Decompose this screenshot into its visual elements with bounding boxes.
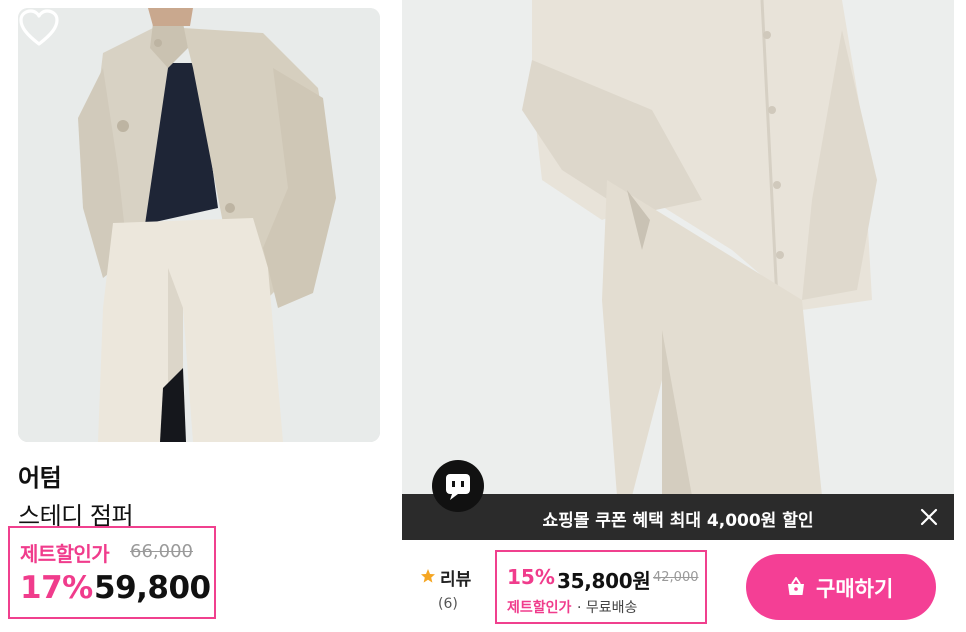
original-price: 66,000	[130, 541, 193, 562]
close-icon[interactable]	[918, 506, 940, 528]
product-photo-illustration	[18, 8, 380, 442]
star-icon	[421, 569, 435, 583]
page-margin	[954, 0, 966, 632]
shipping-info: · 무료배송	[577, 600, 638, 616]
price-highlight-box: 제트할인가 66,000 17% 59,800	[8, 526, 216, 619]
original-price: 42,000	[653, 570, 699, 585]
coupon-banner-text: 쇼핑몰 쿠폰 혜택 최대 4,000원 할인	[542, 511, 814, 531]
chat-bot-icon[interactable]	[432, 460, 484, 512]
coupon-banner[interactable]: 쇼핑몰 쿠폰 혜택 최대 4,000원 할인	[402, 494, 954, 540]
price-highlight-box: 15% 35,800원 42,000 제트할인가 · 무료배송	[495, 550, 707, 624]
sale-price: 59,800	[94, 570, 211, 606]
sale-price: 35,800원	[557, 569, 651, 593]
discount-label: 제트할인가	[507, 600, 572, 616]
heart-outline-icon[interactable]	[18, 8, 60, 48]
product-card[interactable]: 어텀 스테디 점퍼 제트할인가 66,000 17% 59,800	[0, 0, 400, 632]
review-count[interactable]: (6)	[438, 596, 458, 612]
discount-label: 제트할인가	[20, 542, 110, 566]
purchase-bar: 리뷰 (6) 15% 35,800원 42,000 제트할인가 · 무료배송 구…	[402, 540, 954, 632]
shopping-bag-icon	[788, 577, 804, 595]
product-hero-image[interactable]	[402, 0, 954, 496]
review-label[interactable]: 리뷰	[440, 565, 471, 590]
product-image[interactable]	[18, 8, 380, 442]
discount-percent: 17%	[20, 570, 93, 606]
hero-photo-illustration	[402, 0, 954, 496]
brand-name[interactable]: 어텀	[18, 458, 62, 493]
buy-button-label: 구매하기	[816, 578, 894, 601]
discount-percent: 15%	[507, 565, 555, 589]
buy-button[interactable]: 구매하기	[746, 554, 936, 620]
product-detail-pane: 쇼핑몰 쿠폰 혜택 최대 4,000원 할인 리뷰 (6) 15% 35,800…	[402, 0, 954, 632]
